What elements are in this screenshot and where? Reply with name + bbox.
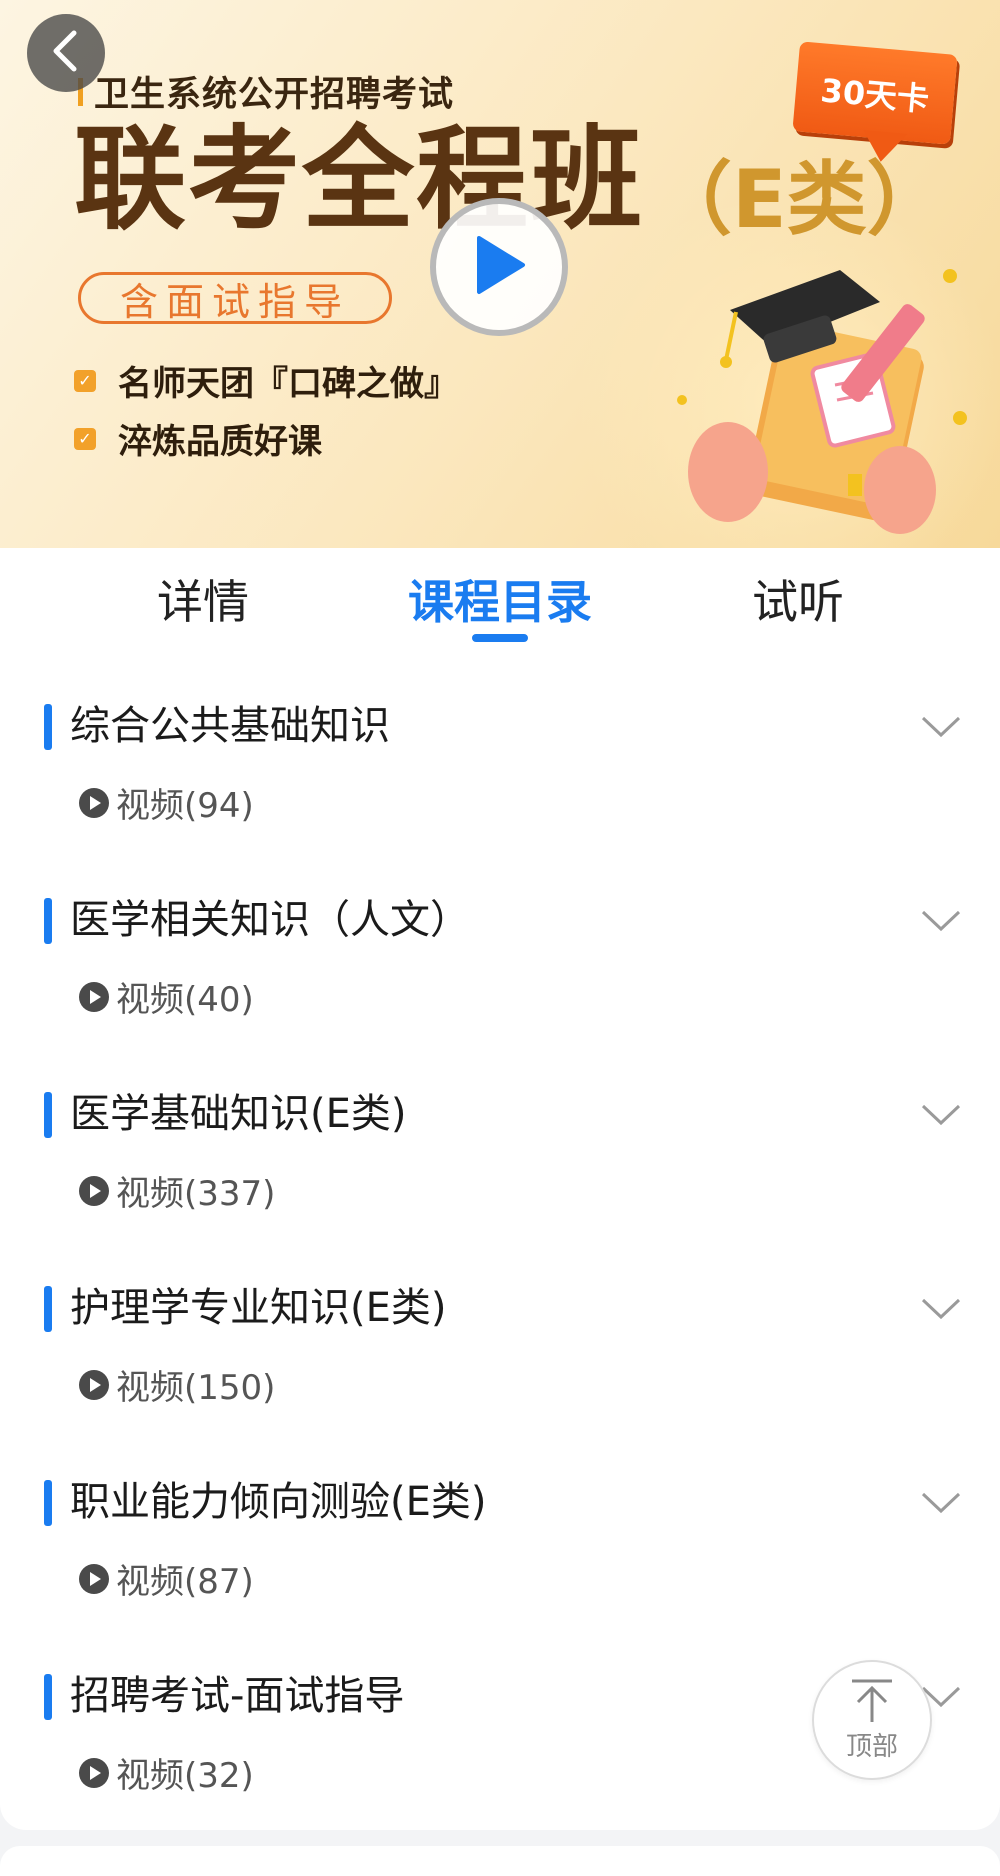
video-count: 视频(150) <box>116 1368 276 1408</box>
tab-trial[interactable]: 试听 <box>752 572 844 632</box>
video-count: 视频(32) <box>116 1756 254 1796</box>
section-title: 职业能力倾向测验(E类) <box>70 1479 487 1525</box>
feature-text: 淬炼品质好课 <box>118 422 322 462</box>
play-icon <box>471 234 527 300</box>
tab-bar: 详情 课程目录 试听 <box>0 548 1000 658</box>
section-title: 医学基础知识(E类) <box>70 1091 407 1137</box>
section-meta: 视频(150) <box>78 1360 275 1409</box>
checkbox-icon: ✓ <box>74 427 96 450</box>
feature-text: 名师天团『口碑之做』 <box>118 364 458 404</box>
video-count: 视频(87) <box>116 1562 254 1602</box>
play-video-button[interactable] <box>430 198 568 336</box>
course-banner: 卫生系统公开招聘考试 联考全程班 （E类） 30天卡 含面试指导 ✓ 名师天团『… <box>0 0 1000 548</box>
section-title: 综合公共基础知识 <box>70 703 390 749</box>
play-circle-icon <box>79 787 109 818</box>
section-meta: 视频(87) <box>78 1554 254 1603</box>
play-circle-icon <box>79 1175 109 1206</box>
duration-badge: 30天卡 <box>792 41 958 145</box>
next-card-edge <box>0 1846 1000 1876</box>
chevron-down-icon[interactable] <box>920 1296 962 1322</box>
back-to-top-button[interactable]: 顶部 <box>812 1660 932 1780</box>
section-meta: 视频(40) <box>78 972 254 1021</box>
arrow-up-to-top-icon <box>852 1679 892 1722</box>
video-count: 视频(40) <box>116 980 254 1020</box>
tab-details[interactable]: 详情 <box>157 572 249 632</box>
back-to-top-label: 顶部 <box>845 1731 898 1762</box>
section-meta: 视频(337) <box>78 1166 275 1215</box>
chevron-down-icon[interactable] <box>920 1490 962 1516</box>
play-circle-icon <box>79 1563 109 1594</box>
section-title: 医学相关知识（人文） <box>70 897 470 943</box>
checkbox-icon: ✓ <box>74 369 96 392</box>
section-accent-bar <box>44 898 52 944</box>
banner-type-tag: （E类） <box>652 153 947 246</box>
section-accent-bar <box>44 1092 52 1138</box>
section-accent-bar <box>44 1674 52 1720</box>
feature-item: ✓ 名师天团『口碑之做』 <box>74 356 458 405</box>
tab-catalog[interactable]: 课程目录 <box>408 572 592 632</box>
active-tab-indicator <box>472 634 528 642</box>
graduation-book-illustration <box>670 250 990 540</box>
section-accent-bar <box>44 1286 52 1332</box>
section-meta: 视频(94) <box>78 778 254 827</box>
play-circle-icon <box>79 1369 109 1400</box>
catalog-section[interactable]: 综合公共基础知识 视频(94) <box>0 658 1000 852</box>
banner-main-title: 联考全程班 <box>74 115 644 245</box>
section-accent-bar <box>44 1480 52 1526</box>
catalog-section[interactable]: 医学相关知识（人文） 视频(40) <box>0 852 1000 1046</box>
catalog-section[interactable]: 医学基础知识(E类) 视频(337) <box>0 1046 1000 1240</box>
course-catalog-card: 详情 课程目录 试听 综合公共基础知识 视频(94) 医学相关知识（人文） 视频… <box>0 548 1000 1830</box>
back-button[interactable] <box>27 14 105 92</box>
interview-guide-pill: 含面试指导 <box>78 272 392 324</box>
chevron-left-icon <box>48 29 84 77</box>
banner-subtitle: 卫生系统公开招聘考试 <box>94 75 455 115</box>
play-circle-icon <box>79 1757 109 1788</box>
play-circle-icon <box>79 981 109 1012</box>
section-title: 招聘考试-面试指导 <box>70 1673 405 1719</box>
catalog-section[interactable]: 职业能力倾向测验(E类) 视频(87) <box>0 1434 1000 1628</box>
chevron-down-icon[interactable] <box>920 908 962 934</box>
video-count: 视频(94) <box>116 786 254 826</box>
section-meta: 视频(32) <box>78 1748 254 1797</box>
badge-tail <box>860 130 908 164</box>
section-title: 护理学专业知识(E类) <box>70 1285 447 1331</box>
section-accent-bar <box>44 704 52 750</box>
feature-item: ✓ 淬炼品质好课 <box>74 414 322 463</box>
video-count: 视频(337) <box>116 1174 276 1214</box>
chevron-down-icon[interactable] <box>920 1102 962 1128</box>
chevron-down-icon[interactable] <box>920 714 962 740</box>
catalog-section[interactable]: 护理学专业知识(E类) 视频(150) <box>0 1240 1000 1434</box>
